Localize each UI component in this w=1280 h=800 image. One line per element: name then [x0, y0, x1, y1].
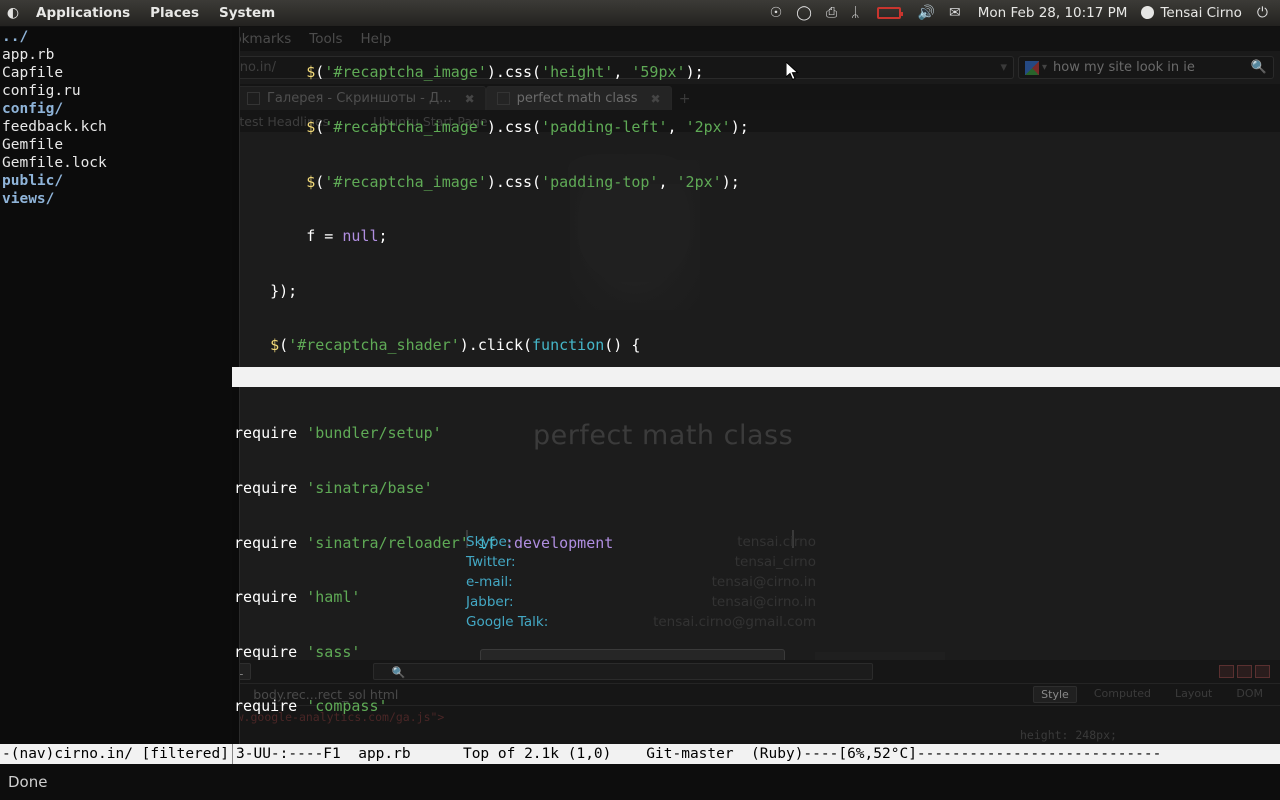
dired-entry-gemfile-lock[interactable]: Gemfile.lock: [0, 154, 232, 172]
power-icon[interactable]: ⏻: [1250, 0, 1280, 27]
panel-menu-applications[interactable]: Applications: [26, 0, 140, 27]
panel-user-menu[interactable]: Tensai Cirno: [1137, 5, 1249, 21]
dropbox-icon[interactable]: ☉: [763, 0, 790, 27]
desktop-screen: File Edit View History Bookmarks Tools H…: [0, 0, 1280, 800]
dired-modeline: -(nav)cirno.in/ [filtered]: [2, 746, 229, 762]
dired-entry-gemfile[interactable]: Gemfile: [0, 136, 232, 154]
gnome-top-panel: ◐ Applications Places System ☉ ◯ ⎙ ᛦ 🔊 ✉…: [0, 0, 1280, 27]
emacs-echo-area: Done: [0, 764, 1280, 800]
emacs-buffer-app-rb[interactable]: require 'bundler/setup' require 'sinatra…: [232, 388, 1280, 744]
emacs-buffer-cirno-js[interactable]: $('#recaptcha_image').css('height', '59p…: [232, 27, 1280, 367]
mouse-cursor: [786, 62, 799, 81]
battery-icon[interactable]: [876, 7, 903, 19]
panel-menu-places[interactable]: Places: [140, 0, 209, 27]
user-status-icon: [1141, 6, 1155, 19]
dired-entry-config-ru[interactable]: config.ru: [0, 82, 232, 100]
dired-entry-config[interactable]: config/: [0, 100, 232, 118]
dired-entry-capfile[interactable]: Capfile: [0, 64, 232, 82]
ubuntu-logo-icon[interactable]: ◐: [0, 5, 26, 21]
dired-entry-public[interactable]: public/: [0, 172, 232, 190]
dired-entry-feedback-kch[interactable]: feedback.kch: [0, 118, 232, 136]
wifi-icon[interactable]: ◯: [789, 0, 819, 27]
dired-entry-parent[interactable]: ../: [0, 28, 232, 46]
emacs-bottom-modeline: -(nav)cirno.in/ [filtered] 3-UU-:----F1 …: [0, 744, 1280, 764]
bluetooth-icon[interactable]: ᛦ: [844, 0, 866, 27]
emacs-window[interactable]: $('#recaptcha_image').css('height', '59p…: [232, 27, 1280, 754]
panel-menu-system[interactable]: System: [209, 0, 285, 27]
volume-icon[interactable]: 🔊: [911, 0, 942, 27]
echo-text: Done: [8, 773, 48, 791]
panel-clock[interactable]: Mon Feb 28, 10:17 PM: [968, 5, 1138, 21]
panel-user-label: Tensai Cirno: [1160, 5, 1242, 21]
printer-icon[interactable]: ⎙: [819, 0, 844, 27]
emacs-dired-pane[interactable]: ../ app.rb Capfile config.ru config/ fee…: [0, 27, 232, 754]
app-rb-modeline: 3-UU-:----F1 app.rb Top of 2.1k (1,0) Gi…: [232, 744, 1280, 764]
mail-icon[interactable]: ✉: [942, 0, 968, 27]
dired-entry-app-rb[interactable]: app.rb: [0, 46, 232, 64]
emacs-modeline-cirno-js: 2-UUU:----F1 cirno.js 43% of 1.4k (21,0)…: [232, 367, 1280, 387]
dired-entry-views[interactable]: views/: [0, 190, 232, 208]
